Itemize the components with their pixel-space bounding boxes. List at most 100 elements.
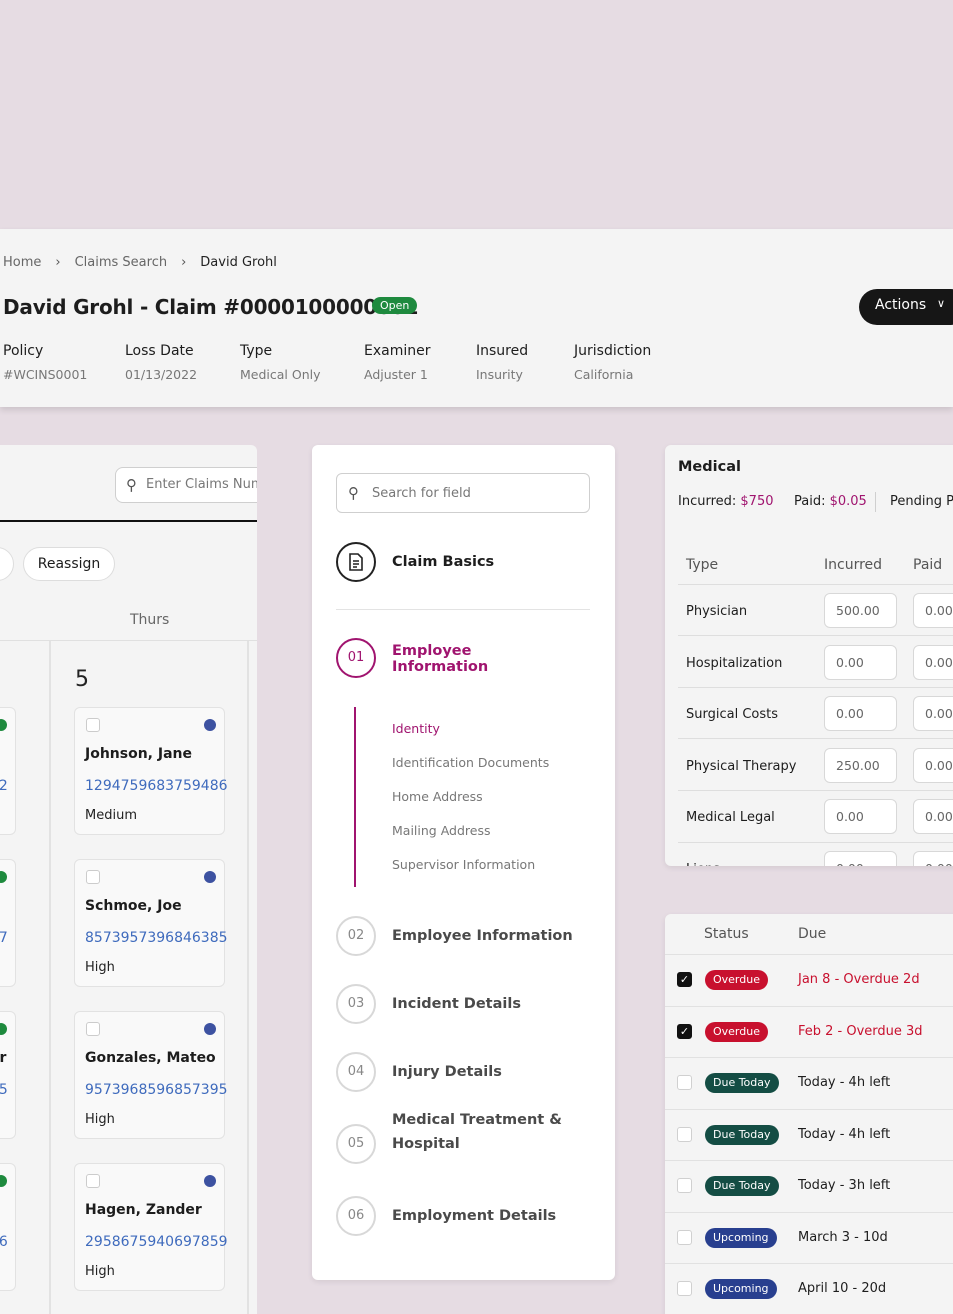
row-divider (665, 1263, 953, 1264)
breadcrumb-home[interactable]: Home (3, 255, 41, 270)
status-badge: Overdue (705, 1021, 768, 1042)
claimant-name: Hagen, Zander (85, 1202, 202, 1218)
incurred-input[interactable]: 0.00 (824, 696, 897, 732)
claim-number-link[interactable]: 2958675940697859 (85, 1234, 228, 1250)
meta-value: Medical Only (240, 367, 321, 382)
due-label: April 10 - 20d (798, 1281, 887, 1296)
claims-search-input[interactable]: ⚲ Enter Claims Number (115, 467, 257, 503)
paid-input[interactable]: 0.00 (913, 851, 953, 866)
paid-input[interactable]: 0.00 (913, 696, 953, 732)
paid-input[interactable]: 0.00 (913, 747, 953, 783)
card-checkbox[interactable] (86, 1174, 100, 1188)
medical-panel: Medical Incurred: $750 Paid: $0.05 Pendi… (665, 445, 953, 866)
claim-card-partial[interactable]: 92 (0, 707, 16, 835)
claim-card[interactable]: Gonzales, Mateo 9573968596857395 High (74, 1011, 228, 1139)
column-header-status: Status (704, 926, 749, 942)
step-label[interactable]: Incident Details (392, 992, 521, 1016)
substep-item[interactable]: Identity (392, 721, 440, 736)
paid-input[interactable]: 0.00 (913, 799, 953, 835)
day-number: 5 (75, 667, 89, 692)
claim-name: er (0, 1050, 7, 1066)
step-label[interactable]: Employment Details (392, 1204, 556, 1228)
substep-indicator (354, 707, 356, 887)
paid-summary: Paid: $0.05 (794, 494, 867, 509)
claim-basics-section[interactable]: Claim Basics (392, 554, 494, 570)
priority-label: High (85, 960, 115, 975)
substep-item[interactable]: Mailing Address (392, 823, 490, 838)
meta-label: Loss Date (125, 343, 194, 359)
step-number[interactable]: 03 (336, 984, 376, 1024)
meta-field: Type Medical Only (240, 343, 321, 382)
substep-item[interactable]: Identification Documents (392, 755, 549, 770)
step-number[interactable]: 04 (336, 1052, 376, 1092)
breadcrumb-claims-search[interactable]: Claims Search (75, 255, 168, 270)
claim-number-link[interactable]: 1294759683759486 (85, 778, 228, 794)
card-checkbox[interactable] (86, 870, 100, 884)
step-label[interactable]: Employee Information (392, 924, 573, 948)
incurred-label: Incurred: (678, 494, 737, 509)
claim-card[interactable]: Schmoe, Joe 8573957396846385 High (74, 859, 228, 987)
step-label[interactable]: Injury Details (392, 1060, 502, 1084)
task-checkbox[interactable] (677, 1178, 692, 1193)
actions-label: Actions (875, 297, 927, 313)
row-divider (665, 1108, 953, 1110)
card-checkbox[interactable] (86, 718, 100, 732)
step-number-active[interactable]: 01 (336, 638, 376, 678)
divider (0, 520, 257, 522)
row-divider (678, 842, 953, 843)
toolbar-button[interactable] (0, 547, 14, 581)
day-header: Thurs (130, 612, 170, 628)
meta-field: Insured Insurity (476, 343, 528, 382)
task-checkbox[interactable] (677, 1126, 692, 1142)
claim-card-partial[interactable]: 36 (0, 1163, 16, 1291)
incurred-input[interactable]: 0.00 (824, 851, 897, 866)
card-checkbox[interactable] (86, 1022, 100, 1036)
meta-label: Policy (3, 343, 44, 359)
status-dot (0, 1023, 7, 1035)
claim-number-link[interactable]: 8573957396846385 (85, 930, 228, 946)
medical-type: Hospitalization (686, 655, 783, 671)
step-number[interactable]: 02 (336, 916, 376, 956)
task-checkbox[interactable]: ✓ (677, 1023, 692, 1039)
claim-card[interactable]: Johnson, Jane 1294759683759486 Medium (74, 707, 228, 835)
task-checkbox[interactable] (677, 1229, 692, 1245)
reassign-button[interactable]: Reassign (23, 547, 115, 581)
incurred-input[interactable]: 500.00 (824, 593, 897, 628)
step-label-active[interactable]: Employee Information (392, 643, 502, 675)
field-search-input[interactable]: ⚲ Search for field (336, 473, 590, 513)
substep-item[interactable]: Supervisor Information (392, 857, 535, 872)
incurred-input[interactable]: 0.00 (824, 799, 897, 835)
claim-card[interactable]: Hagen, Zander 2958675940697859 High (74, 1163, 228, 1291)
medical-type: Physical Therapy (686, 758, 797, 774)
due-label: Today - 3h left (798, 1178, 891, 1193)
paid-input[interactable]: 0.00 (913, 644, 953, 680)
claim-number[interactable]: 92 (0, 778, 8, 794)
step-label[interactable]: Medical Treatment & Hospital (392, 1108, 562, 1156)
task-checkbox[interactable] (677, 1075, 692, 1090)
claim-card-partial[interactable]: er 75 (0, 1011, 16, 1139)
task-checkbox[interactable]: ✓ (677, 972, 692, 987)
status-badge: Overdue (705, 970, 768, 990)
column-header-incurred: Incurred (824, 557, 883, 573)
substep-item[interactable]: Home Address (392, 789, 483, 804)
claim-card-partial[interactable]: 57 (0, 859, 16, 987)
incurred-input[interactable]: 0.00 (824, 644, 897, 680)
due-label: March 3 - 10d (798, 1229, 888, 1245)
meta-field: Examiner Adjuster 1 (364, 343, 430, 382)
status-dot (204, 871, 216, 883)
task-checkbox[interactable] (677, 1281, 692, 1296)
step-number[interactable]: 05 (336, 1124, 376, 1164)
actions-button[interactable]: Actions ∨ (859, 289, 953, 325)
claim-number[interactable]: 36 (0, 1234, 8, 1250)
claim-number[interactable]: 75 (0, 1082, 8, 1098)
column-divider (247, 641, 249, 1314)
incurred-input[interactable]: 250.00 (824, 747, 897, 783)
status-badge: Due Today (705, 1073, 779, 1093)
claim-number-link[interactable]: 9573968596857395 (85, 1082, 228, 1098)
claim-number[interactable]: 57 (0, 930, 8, 946)
meta-value: California (574, 367, 634, 382)
status-dot (204, 719, 216, 731)
step-number[interactable]: 06 (336, 1196, 376, 1236)
paid-input[interactable]: 0.00 (913, 593, 953, 628)
claims-search-placeholder: Enter Claims Number (146, 477, 257, 492)
